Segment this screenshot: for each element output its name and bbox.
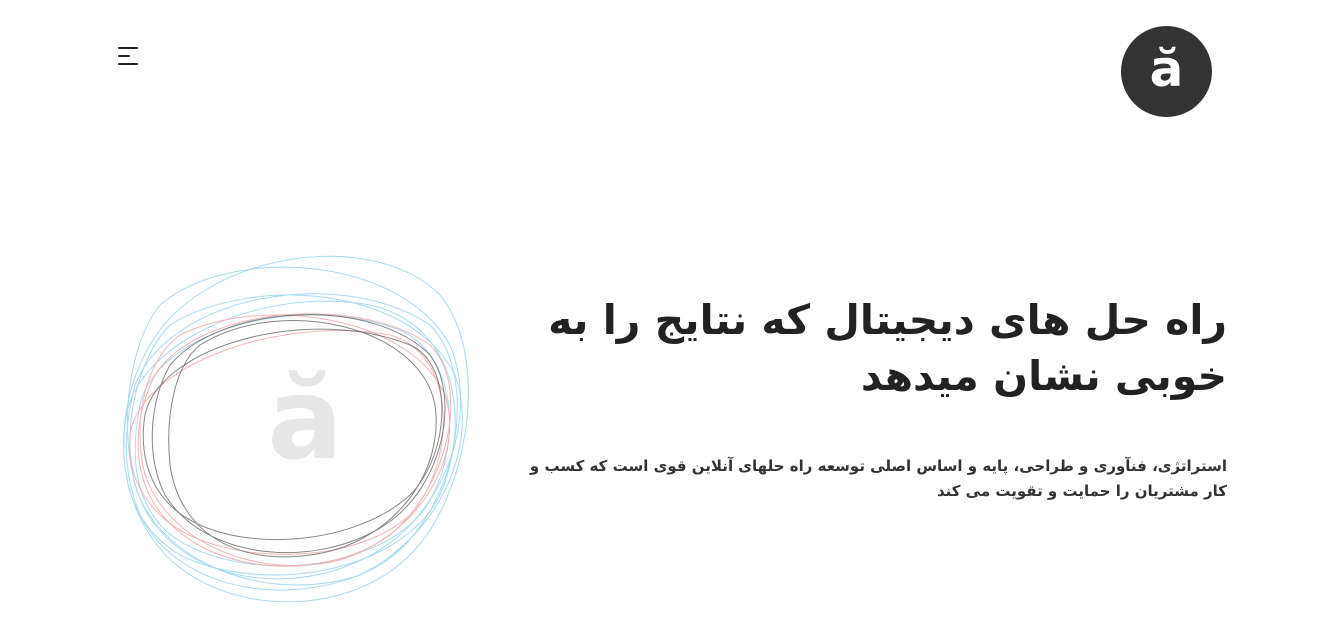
menu-line <box>118 63 138 65</box>
logo[interactable]: ă <box>1121 26 1212 117</box>
hero-title: راه حل های دیجیتال که نتایج را به خوبی ن… <box>548 296 1227 400</box>
page: ă ă راه حل های دیجیتال که نتایج را به خو… <box>0 0 1341 622</box>
hero-description: استراتژی، فنآوری و طراحی، پایه و اساس اص… <box>529 457 1227 500</box>
menu-line <box>118 47 138 49</box>
logo-text: ă <box>1149 39 1184 98</box>
hero-section: راه حل های دیجیتال که نتایج را به خوبی ن… <box>507 292 1227 504</box>
hamburger-menu-icon[interactable] <box>112 42 144 70</box>
watermark-logo: ă <box>267 355 343 485</box>
menu-line <box>118 55 130 57</box>
